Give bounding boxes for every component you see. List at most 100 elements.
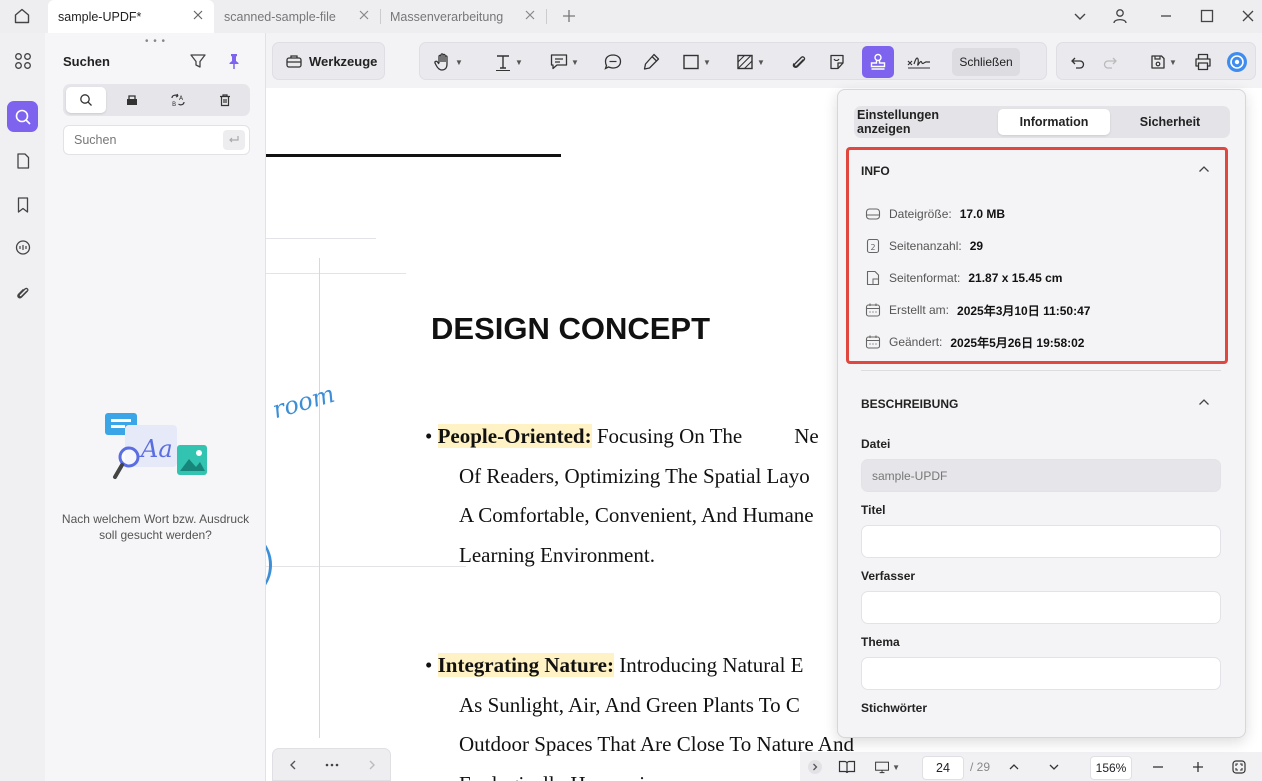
- doc-sketch-line: [266, 238, 376, 239]
- attachments-button[interactable]: [7, 277, 38, 308]
- prev-button[interactable]: [281, 755, 305, 775]
- info-row-file-size: Dateigröße: 17.0 MB: [865, 204, 1005, 224]
- pin-button[interactable]: [224, 51, 244, 71]
- info-label: Dateigröße:: [889, 207, 952, 221]
- note-tool-button[interactable]: ▼: [542, 48, 586, 76]
- attach-tool-button[interactable]: [784, 48, 814, 76]
- zoom-in-button[interactable]: [1188, 755, 1208, 779]
- paperclip-icon: [16, 287, 29, 298]
- next-button[interactable]: [360, 755, 384, 775]
- bullet-2-heading: Integrating Nature:: [437, 653, 614, 677]
- info-value: 21.87 x 15.45 cm: [968, 271, 1063, 285]
- filter-button[interactable]: [188, 51, 208, 71]
- page-up-button[interactable]: [1004, 755, 1024, 779]
- search-button[interactable]: [7, 101, 38, 132]
- tab-scanned-sample-file[interactable]: scanned-sample-file: [214, 0, 380, 33]
- action-toolbar: ▼: [1056, 42, 1256, 80]
- sticker-tool-button[interactable]: [822, 48, 852, 76]
- shape-tool-button[interactable]: ▼: [674, 48, 718, 76]
- info-heading: INFO: [861, 164, 890, 178]
- tab-security[interactable]: Sicherheit: [1113, 109, 1227, 135]
- minimize-button[interactable]: [1154, 5, 1178, 27]
- collapse-info-button[interactable]: [1197, 162, 1211, 176]
- reading-mode-button[interactable]: [836, 755, 858, 779]
- seg-search[interactable]: [66, 87, 106, 113]
- pages-button[interactable]: [7, 145, 38, 176]
- tab-information[interactable]: Information: [998, 109, 1110, 135]
- thumbnails-button[interactable]: [7, 45, 38, 76]
- svg-text:A: A: [179, 95, 184, 102]
- more-button[interactable]: [320, 755, 344, 775]
- close-tab-icon[interactable]: [358, 9, 370, 24]
- author-field[interactable]: [861, 591, 1221, 624]
- fit-page-button[interactable]: [1228, 755, 1250, 779]
- text-tool-button[interactable]: ▼: [486, 48, 530, 76]
- sticker-icon: [830, 54, 844, 70]
- filter-icon: [190, 54, 206, 68]
- drag-handle-icon[interactable]: • • •: [145, 36, 166, 47]
- search-icon: [80, 94, 92, 106]
- close-tab-icon[interactable]: [524, 9, 536, 24]
- close-tab-icon[interactable]: [192, 9, 204, 24]
- highlighter-tool-button[interactable]: [636, 48, 666, 76]
- collapse-description-button[interactable]: [1197, 395, 1211, 409]
- close-annotation-button[interactable]: Schließen: [952, 48, 1020, 76]
- seg-redact[interactable]: [112, 87, 152, 113]
- enter-button[interactable]: [223, 130, 245, 150]
- stamp-tool-button[interactable]: [862, 46, 894, 78]
- zoom-out-button[interactable]: [1148, 755, 1168, 779]
- collapse-button[interactable]: [806, 755, 824, 779]
- info-row-created: Erstellt am: 2025年3月10日 11:50:47: [865, 300, 1090, 320]
- annotation-toolbar: ▼ ▼ ▼ ▼ ▼ Schließen: [419, 42, 1047, 80]
- redo-button[interactable]: [1097, 48, 1125, 76]
- close-window-button[interactable]: [1236, 5, 1260, 27]
- new-tab-button[interactable]: [557, 5, 581, 27]
- bullet-2-line3: Outdoor Spaces That Are Close To Nature …: [459, 732, 854, 756]
- hand-tool-button[interactable]: ▼: [426, 48, 470, 76]
- chevron-up-icon: [1199, 166, 1209, 172]
- doc-bullet-1: • People-Oriented: Focusing On The Ne Of …: [425, 417, 819, 575]
- comments-button[interactable]: [7, 232, 38, 263]
- comment-tool-button[interactable]: [598, 48, 628, 76]
- field-label-title: Titel: [861, 503, 886, 517]
- tab-massenverarbeitung[interactable]: Massenverarbeitung: [380, 0, 546, 33]
- undo-button[interactable]: [1063, 48, 1091, 76]
- presentation-icon: [875, 761, 889, 774]
- doc-blue-shape: [266, 528, 272, 602]
- ai-assistant-button[interactable]: [1223, 48, 1251, 76]
- tab-sample-updf[interactable]: sample-UPDF*: [48, 0, 214, 33]
- bullet-1-line1: Focusing On The: [591, 424, 743, 448]
- signature-tool-button[interactable]: [902, 48, 936, 76]
- area-tool-button[interactable]: ▼: [728, 48, 772, 76]
- info-value: 2025年3月10日 11:50:47: [957, 303, 1091, 318]
- maximize-button[interactable]: [1195, 5, 1219, 27]
- tools-button[interactable]: Werkzeuge: [272, 42, 385, 80]
- save-button[interactable]: ▼: [1141, 48, 1185, 76]
- info-label: Seitenanzahl:: [889, 239, 962, 253]
- seg-replace[interactable]: AB: [158, 87, 198, 113]
- plus-icon: [1193, 762, 1203, 772]
- bookmarks-button[interactable]: [7, 189, 38, 220]
- tab-display-settings[interactable]: Einstellungen anzeigen: [857, 108, 995, 136]
- search-input[interactable]: [74, 126, 224, 154]
- chevron-left-icon: [290, 760, 296, 770]
- subject-field[interactable]: [861, 657, 1221, 690]
- tab-list-button[interactable]: [1068, 5, 1092, 27]
- fit-screen-icon: [1232, 760, 1246, 774]
- search-field[interactable]: [63, 125, 250, 155]
- chevron-right-icon: [369, 760, 375, 770]
- paperclip-icon: [792, 56, 806, 68]
- page-number-input[interactable]: 24: [922, 756, 964, 780]
- chevron-up-icon: [1009, 764, 1019, 770]
- ai-assistant-icon: [1227, 52, 1247, 72]
- page-down-button[interactable]: [1044, 755, 1064, 779]
- svg-text:2: 2: [871, 243, 876, 252]
- page-icon: [16, 152, 29, 169]
- print-button[interactable]: [1189, 48, 1217, 76]
- zoom-level[interactable]: 156%: [1090, 756, 1132, 780]
- presentation-button[interactable]: ▼: [874, 755, 900, 779]
- account-button[interactable]: [1108, 5, 1132, 27]
- home-button[interactable]: [8, 4, 36, 28]
- seg-delete[interactable]: [205, 87, 245, 113]
- title-field[interactable]: [861, 525, 1221, 558]
